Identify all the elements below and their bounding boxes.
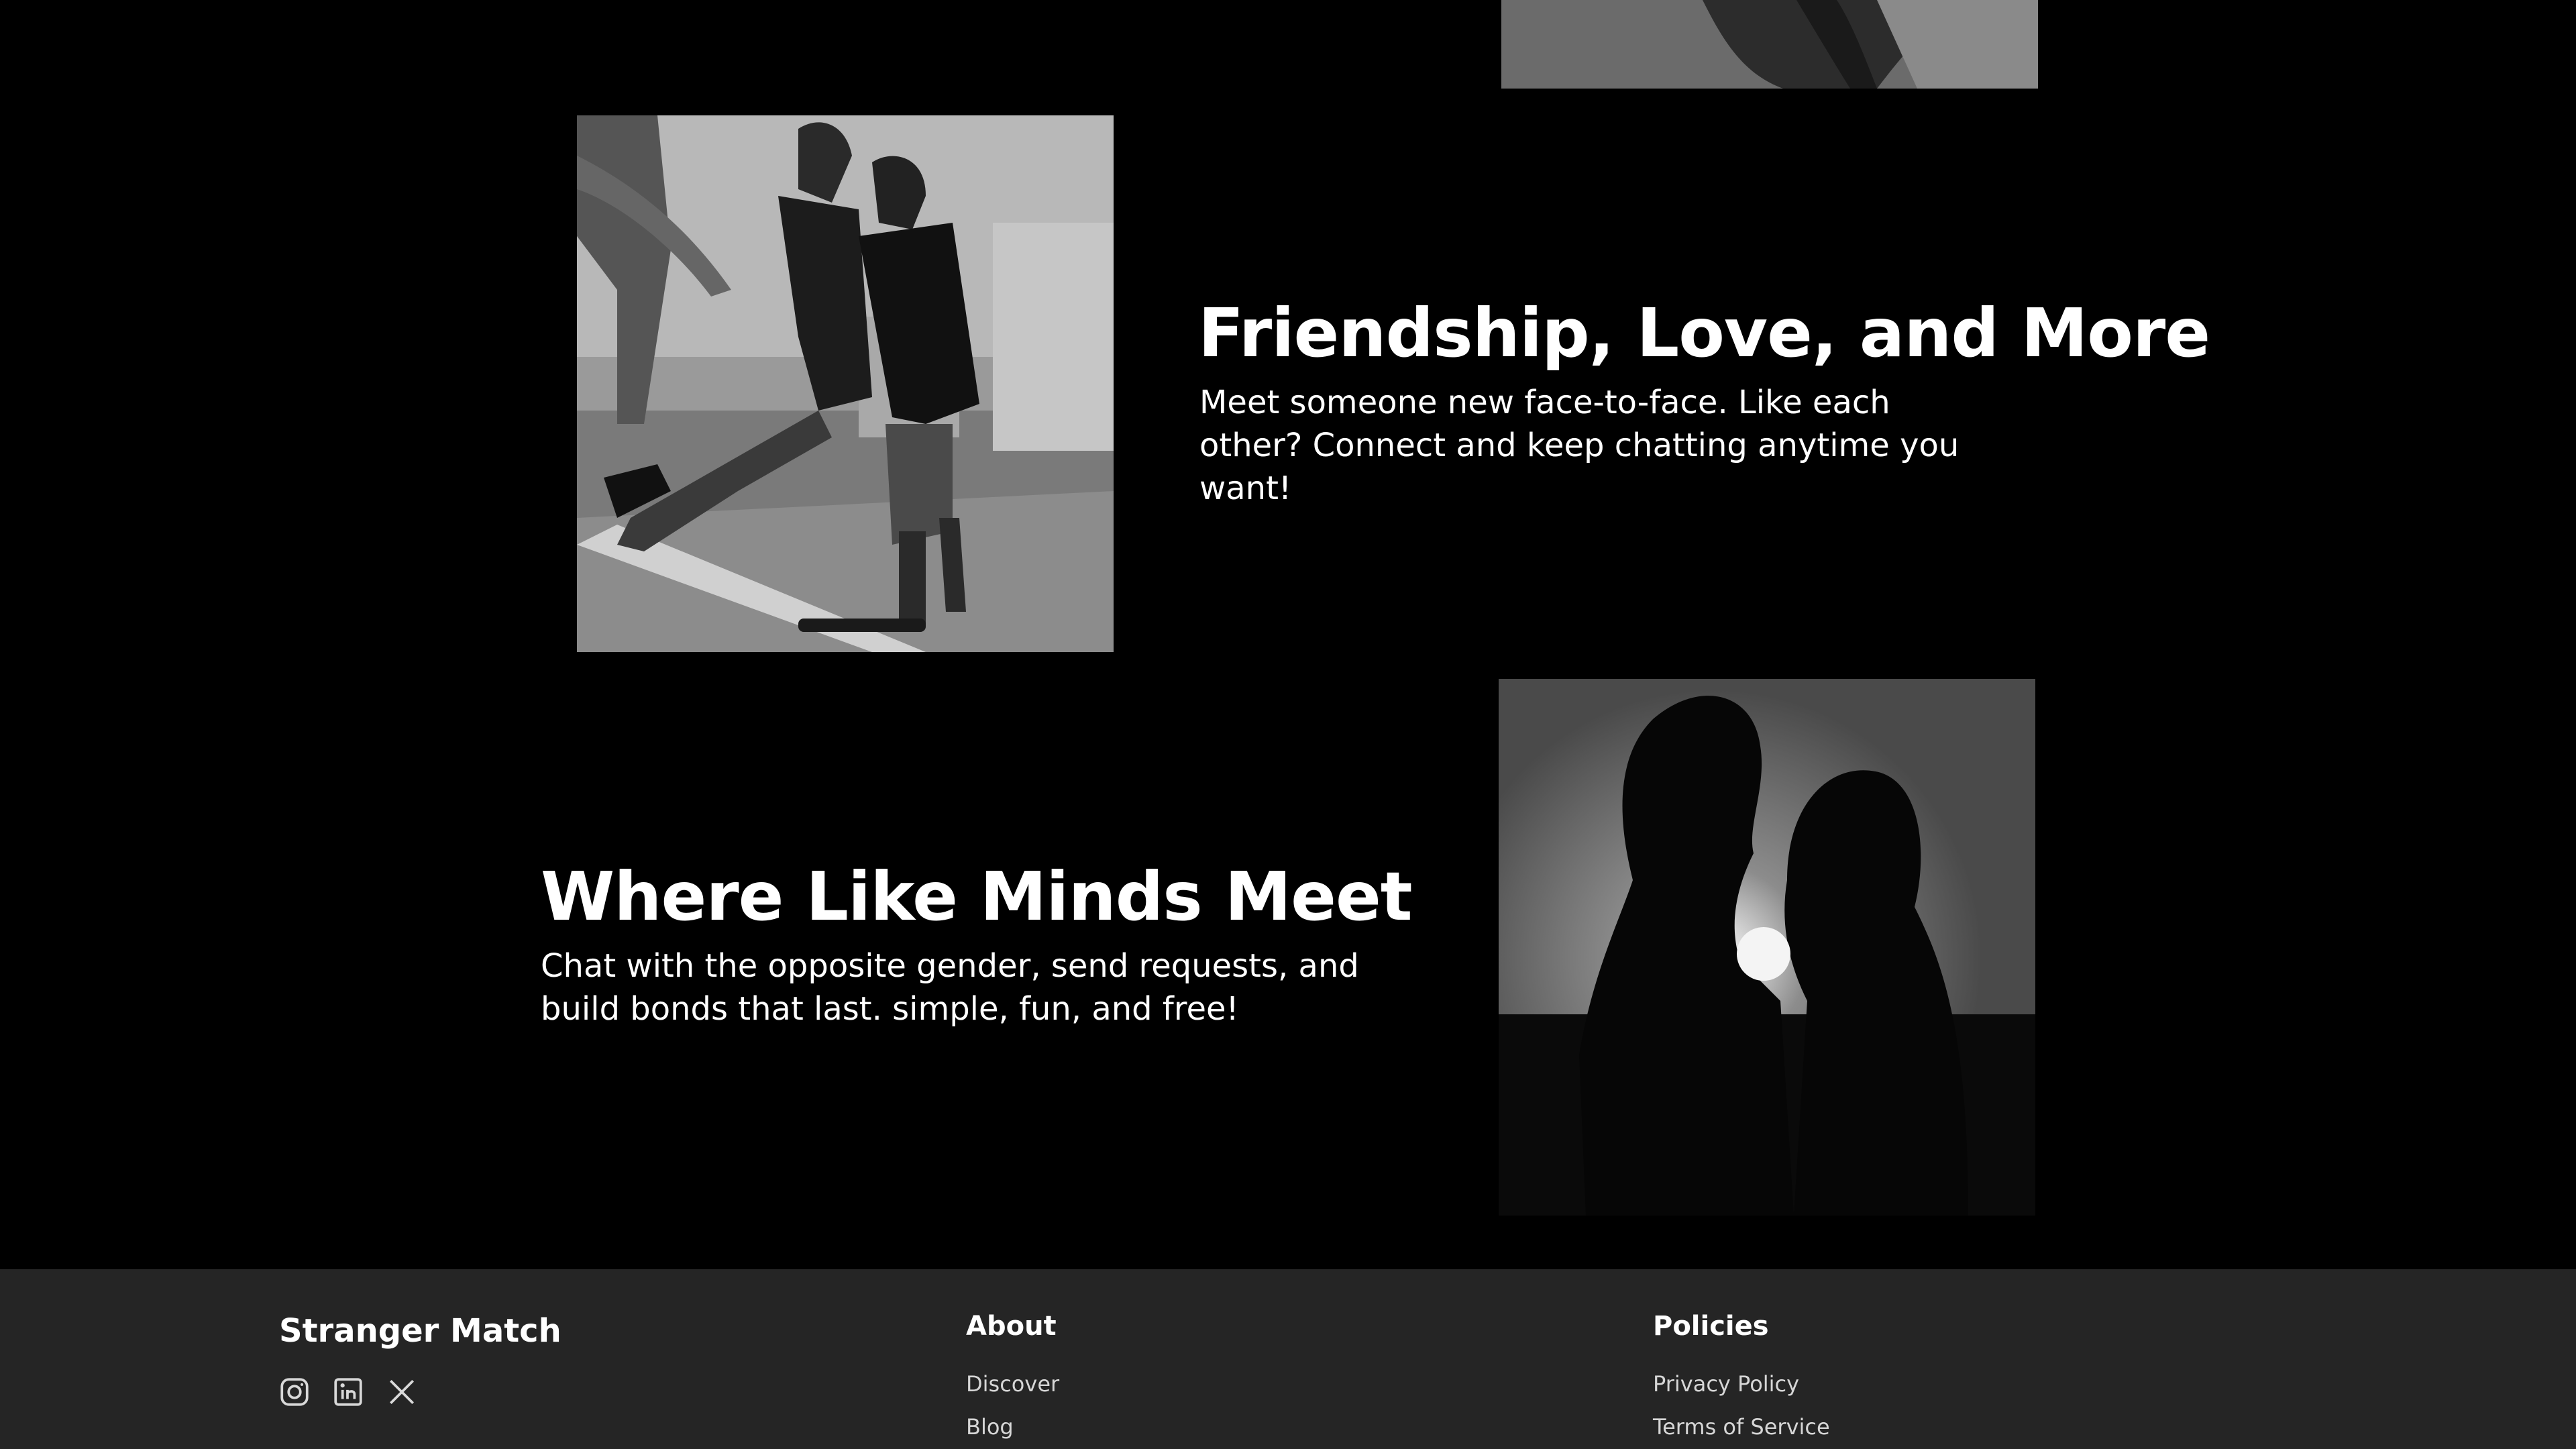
footer-link-discover[interactable]: Discover — [966, 1371, 1059, 1397]
footer-brand: Stranger Match — [279, 1312, 561, 1350]
footer: Stranger Match About Discover Blog Polic… — [0, 1269, 2576, 1449]
linkedin-icon[interactable] — [331, 1375, 365, 1409]
feature-title-like-minds: Where Like Minds Meet — [541, 857, 1413, 936]
footer-link-privacy-policy[interactable]: Privacy Policy — [1653, 1371, 1799, 1397]
feature-text-friendship: Meet someone new face-to-face. Like each… — [1199, 384, 1960, 507]
feature-text-like-minds: Chat with the opposite gender, send requ… — [541, 947, 1359, 1028]
footer-policies-title: Policies — [1653, 1311, 1769, 1342]
couple-skating-photo — [577, 115, 1114, 652]
top-partial-photo — [1501, 0, 2038, 89]
couple-kissing-silhouette-photo — [1499, 679, 2035, 1216]
footer-link-terms-of-service[interactable]: Terms of Service — [1653, 1414, 1830, 1440]
footer-link-blog[interactable]: Blog — [966, 1414, 1014, 1440]
instagram-icon[interactable] — [278, 1375, 311, 1409]
feature-title-friendship: Friendship, Love, and More — [1198, 294, 2210, 372]
x-icon[interactable] — [385, 1375, 419, 1409]
footer-about-title: About — [966, 1311, 1057, 1342]
